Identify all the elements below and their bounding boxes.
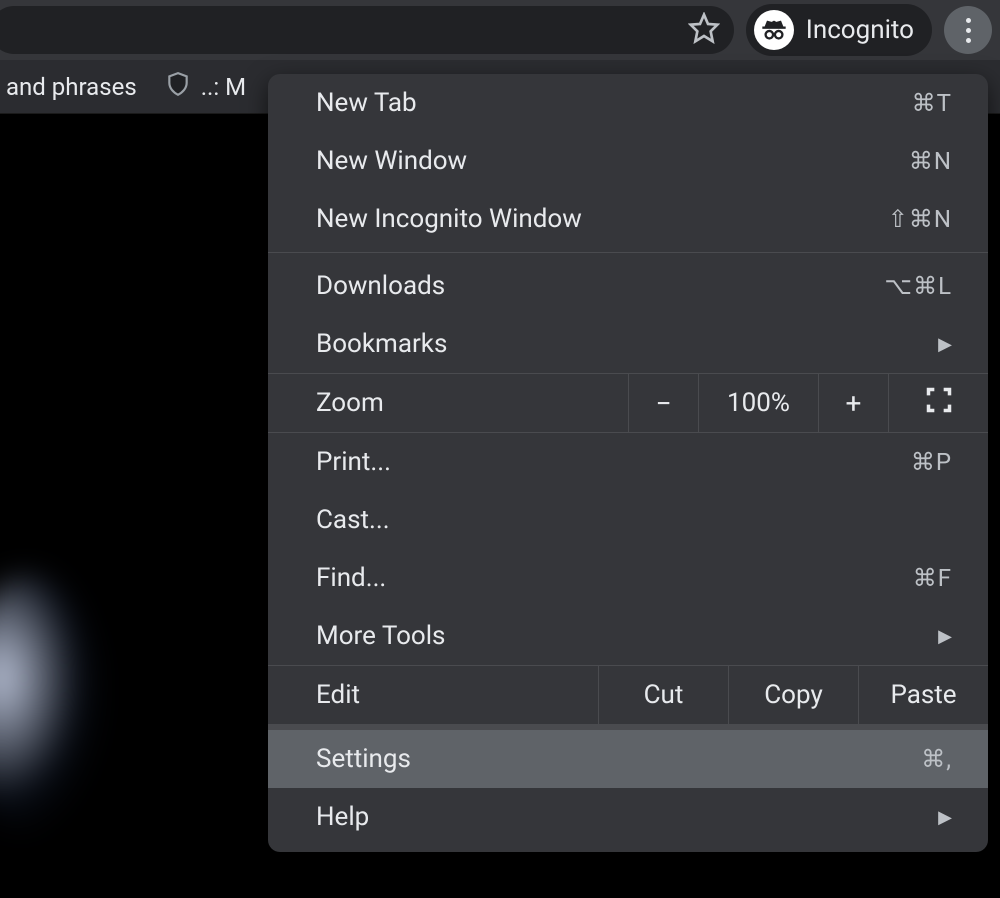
menu-shortcut: ⌘N — [909, 147, 952, 175]
chevron-right-icon: ▶ — [938, 334, 952, 355]
zoom-label: Zoom — [268, 374, 628, 432]
incognito-label: Incognito — [806, 15, 914, 45]
overflow-menu-button[interactable] — [944, 6, 992, 54]
chrome-overflow-menu: New Tab ⌘T New Window ⌘N New Incognito W… — [268, 74, 988, 852]
menu-shortcut: ⌘P — [911, 448, 952, 476]
menu-divider — [268, 252, 988, 253]
menu-label: More Tools — [316, 621, 445, 651]
fullscreen-button[interactable] — [888, 374, 988, 432]
menu-label: New Window — [316, 146, 467, 176]
menu-item-cast[interactable]: Cast... — [268, 491, 988, 549]
fullscreen-icon — [925, 386, 953, 421]
menu-label: Help — [316, 802, 369, 832]
menu-item-more-tools[interactable]: More Tools ▶ — [268, 607, 988, 665]
menu-item-bookmarks[interactable]: Bookmarks ▶ — [268, 315, 988, 373]
bookmark-label: and phrases — [6, 73, 137, 101]
menu-item-find[interactable]: Find... ⌘F — [268, 549, 988, 607]
address-bar[interactable] — [0, 6, 734, 54]
menu-shortcut: ⌥⌘L — [884, 272, 952, 300]
browser-toolbar: Incognito — [0, 0, 1000, 60]
menu-item-print[interactable]: Print... ⌘P — [268, 433, 988, 491]
incognito-indicator[interactable]: Incognito — [746, 4, 932, 56]
zoom-value: 100% — [698, 374, 818, 432]
menu-item-settings[interactable]: Settings ⌘, — [268, 730, 988, 788]
menu-shortcut: ⌘T — [912, 89, 952, 117]
edit-cut-button[interactable]: Cut — [598, 666, 728, 724]
chevron-right-icon: ▶ — [938, 626, 952, 647]
menu-item-new-window[interactable]: New Window ⌘N — [268, 132, 988, 190]
bookmark-item[interactable]: ..: M — [159, 71, 252, 103]
menu-item-help[interactable]: Help ▶ — [268, 788, 988, 846]
zoom-out-button[interactable]: − — [628, 374, 698, 432]
menu-label: Print... — [316, 447, 391, 477]
menu-label: New Tab — [316, 88, 417, 118]
menu-shortcut: ⌘, — [921, 745, 952, 773]
menu-item-edit: Edit Cut Copy Paste — [268, 665, 988, 725]
menu-label: Find... — [316, 563, 386, 593]
bookmark-label: ..: M — [201, 73, 246, 101]
blurred-image — [0, 574, 100, 834]
chevron-right-icon: ▶ — [938, 807, 952, 828]
menu-item-new-tab[interactable]: New Tab ⌘T — [268, 74, 988, 132]
bookmark-item[interactable]: and phrases — [0, 73, 143, 101]
menu-label: Bookmarks — [316, 329, 447, 359]
shield-icon — [165, 71, 191, 103]
menu-label: Downloads — [316, 271, 445, 301]
menu-shortcut: ⇧⌘N — [888, 205, 952, 233]
bookmark-star-icon[interactable] — [688, 12, 720, 48]
menu-item-zoom: Zoom − 100% + — [268, 373, 988, 433]
menu-label: Cast... — [316, 505, 390, 535]
incognito-icon — [754, 10, 794, 50]
menu-label: Settings — [316, 744, 411, 774]
menu-item-new-incognito[interactable]: New Incognito Window ⇧⌘N — [268, 190, 988, 248]
edit-label: Edit — [268, 666, 598, 724]
edit-paste-button[interactable]: Paste — [858, 666, 988, 724]
zoom-in-button[interactable]: + — [818, 374, 888, 432]
edit-copy-button[interactable]: Copy — [728, 666, 858, 724]
menu-shortcut: ⌘F — [913, 564, 952, 592]
menu-label: New Incognito Window — [316, 204, 582, 234]
kebab-icon — [966, 18, 971, 43]
menu-item-downloads[interactable]: Downloads ⌥⌘L — [268, 257, 988, 315]
